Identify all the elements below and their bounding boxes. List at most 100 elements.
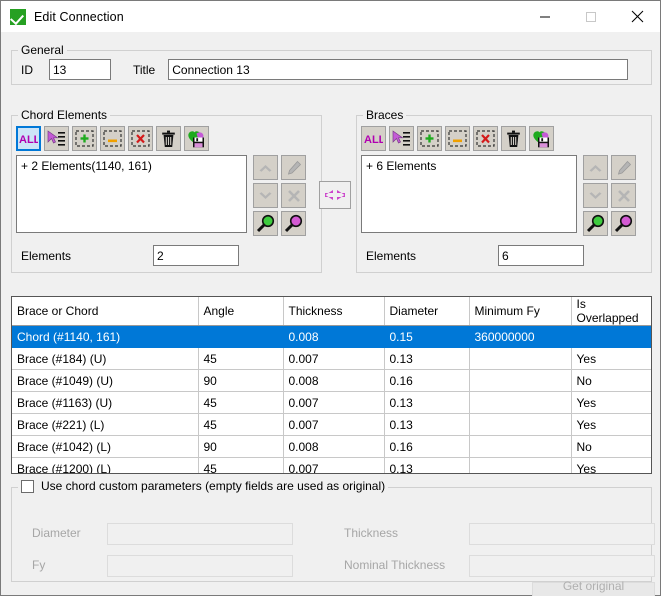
table-cell[interactable]: 45 bbox=[198, 348, 283, 370]
table-row[interactable]: Brace (#1163) (U)450.0070.13 Yes bbox=[12, 392, 651, 414]
table-cell[interactable]: 45 bbox=[198, 392, 283, 414]
table-row[interactable]: Brace (#1042) (L)900.0080.16 No bbox=[12, 436, 651, 458]
table-cell[interactable]: Yes bbox=[571, 348, 651, 370]
table-column-header[interactable]: Is Overlapped bbox=[571, 297, 651, 326]
table-cell[interactable]: 0.007 bbox=[283, 458, 384, 475]
table-row[interactable]: Brace (#1049) (U)900.0080.16 No bbox=[12, 370, 651, 392]
chord-add-selection-button[interactable] bbox=[72, 126, 97, 151]
close-button[interactable] bbox=[614, 1, 660, 32]
connection-members-table[interactable]: Brace or ChordAngleThicknessDiameterMini… bbox=[11, 296, 652, 474]
table-column-header[interactable]: Minimum Fy bbox=[469, 297, 571, 326]
list-item[interactable]: + 6 Elements bbox=[366, 159, 572, 173]
use-custom-parameters-checkbox[interactable] bbox=[21, 480, 34, 493]
thickness-input[interactable] bbox=[469, 523, 655, 545]
table-column-header[interactable]: Diameter bbox=[384, 297, 469, 326]
chord-save-selection-button[interactable] bbox=[184, 126, 209, 151]
maximize-button[interactable] bbox=[568, 1, 614, 32]
table-cell[interactable] bbox=[469, 370, 571, 392]
table-cell[interactable]: Brace (#1049) (U) bbox=[12, 370, 198, 392]
table-row[interactable]: Brace (#1200) (L)450.0070.13 Yes bbox=[12, 458, 651, 475]
minimize-button[interactable] bbox=[522, 1, 568, 32]
braces-elements-count-input[interactable]: 6 bbox=[498, 245, 584, 266]
chord-zoom-purple-button[interactable] bbox=[281, 211, 306, 236]
table-cell[interactable]: 0.16 bbox=[384, 370, 469, 392]
table-cell[interactable]: 360000000 bbox=[469, 326, 571, 348]
chord-elements-list[interactable]: + 2 Elements(1140, 161) bbox=[16, 155, 247, 233]
get-original-parameters-button[interactable]: Get original parameters bbox=[532, 582, 655, 596]
table-cell[interactable] bbox=[571, 326, 651, 348]
table-cell[interactable]: 90 bbox=[198, 436, 283, 458]
fy-input[interactable] bbox=[107, 555, 293, 577]
chord-move-up-button[interactable] bbox=[253, 155, 278, 180]
braces-zoom-green-button[interactable] bbox=[583, 211, 608, 236]
table-cell[interactable]: 0.008 bbox=[283, 436, 384, 458]
table-cell[interactable]: Brace (#221) (L) bbox=[12, 414, 198, 436]
table-cell[interactable]: 0.13 bbox=[384, 348, 469, 370]
braces-add-selection-button[interactable] bbox=[417, 126, 442, 151]
braces-edit-button[interactable] bbox=[611, 155, 636, 180]
table-row[interactable]: Brace (#221) (L)450.0070.13 Yes bbox=[12, 414, 651, 436]
nominal-thickness-input[interactable] bbox=[469, 555, 655, 577]
table-cell[interactable]: 0.13 bbox=[384, 392, 469, 414]
chord-zoom-green-button[interactable] bbox=[253, 211, 278, 236]
table-cell[interactable] bbox=[469, 458, 571, 475]
braces-select-list-button[interactable] bbox=[389, 126, 414, 151]
table-cell[interactable]: Brace (#1200) (L) bbox=[12, 458, 198, 475]
table-column-header[interactable]: Thickness bbox=[283, 297, 384, 326]
table-column-header[interactable]: Angle bbox=[198, 297, 283, 326]
chord-delete-button[interactable] bbox=[156, 126, 181, 151]
chord-elements-count-input[interactable]: 2 bbox=[153, 245, 239, 266]
table-cell[interactable]: 0.13 bbox=[384, 458, 469, 475]
chord-select-all-button[interactable]: ALL bbox=[16, 126, 41, 151]
table-row[interactable]: Chord (#1140, 161) 0.0080.15360000000 bbox=[12, 326, 651, 348]
table-cell[interactable] bbox=[469, 348, 571, 370]
chord-move-down-button[interactable] bbox=[253, 183, 278, 208]
id-input[interactable]: 13 bbox=[49, 59, 111, 80]
table-cell[interactable]: 0.16 bbox=[384, 436, 469, 458]
table-cell[interactable]: 0.008 bbox=[283, 326, 384, 348]
braces-clear-selection-button[interactable] bbox=[473, 126, 498, 151]
table-cell[interactable]: No bbox=[571, 370, 651, 392]
table-cell[interactable]: Yes bbox=[571, 414, 651, 436]
braces-move-up-button[interactable] bbox=[583, 155, 608, 180]
braces-select-all-button[interactable]: ALL bbox=[361, 126, 386, 151]
table-cell[interactable]: 0.008 bbox=[283, 370, 384, 392]
table-cell[interactable]: No bbox=[571, 436, 651, 458]
diameter-input[interactable] bbox=[107, 523, 293, 545]
braces-delete-button[interactable] bbox=[501, 126, 526, 151]
table-cell[interactable]: 0.15 bbox=[384, 326, 469, 348]
braces-zoom-purple-button[interactable] bbox=[611, 211, 636, 236]
braces-save-selection-button[interactable] bbox=[529, 126, 554, 151]
table-cell[interactable]: 0.007 bbox=[283, 414, 384, 436]
braces-remove-selection-button[interactable] bbox=[445, 126, 470, 151]
chord-clear-selection-button[interactable] bbox=[128, 126, 153, 151]
table-cell[interactable]: 90 bbox=[198, 370, 283, 392]
table-cell[interactable] bbox=[469, 414, 571, 436]
table-cell[interactable]: Yes bbox=[571, 458, 651, 475]
braces-elements-list[interactable]: + 6 Elements bbox=[361, 155, 577, 233]
table-cell[interactable] bbox=[198, 326, 283, 348]
list-item[interactable]: + 2 Elements(1140, 161) bbox=[21, 159, 242, 173]
braces-move-down-button[interactable] bbox=[583, 183, 608, 208]
table-cell[interactable]: Brace (#1042) (L) bbox=[12, 436, 198, 458]
chord-edit-button[interactable] bbox=[281, 155, 306, 180]
table-cell[interactable]: Brace (#184) (U) bbox=[12, 348, 198, 370]
table-cell[interactable]: Yes bbox=[571, 392, 651, 414]
chord-remove-selection-button[interactable] bbox=[100, 126, 125, 151]
table-cell[interactable]: 0.007 bbox=[283, 348, 384, 370]
table-row[interactable]: Brace (#184) (U)450.0070.13 Yes bbox=[12, 348, 651, 370]
table-cell[interactable]: 0.007 bbox=[283, 392, 384, 414]
title-input[interactable]: Connection 13 bbox=[168, 59, 628, 80]
table-cell[interactable] bbox=[469, 392, 571, 414]
braces-remove-button[interactable] bbox=[611, 183, 636, 208]
table-cell[interactable]: 45 bbox=[198, 414, 283, 436]
table-cell[interactable] bbox=[469, 436, 571, 458]
swap-button[interactable] bbox=[319, 181, 351, 209]
chord-select-list-button[interactable] bbox=[44, 126, 69, 151]
table-cell[interactable]: 45 bbox=[198, 458, 283, 475]
table-column-header[interactable]: Brace or Chord bbox=[12, 297, 198, 326]
chord-remove-button[interactable] bbox=[281, 183, 306, 208]
table-cell[interactable]: Brace (#1163) (U) bbox=[12, 392, 198, 414]
table-cell[interactable]: 0.13 bbox=[384, 414, 469, 436]
table-cell[interactable]: Chord (#1140, 161) bbox=[12, 326, 198, 348]
